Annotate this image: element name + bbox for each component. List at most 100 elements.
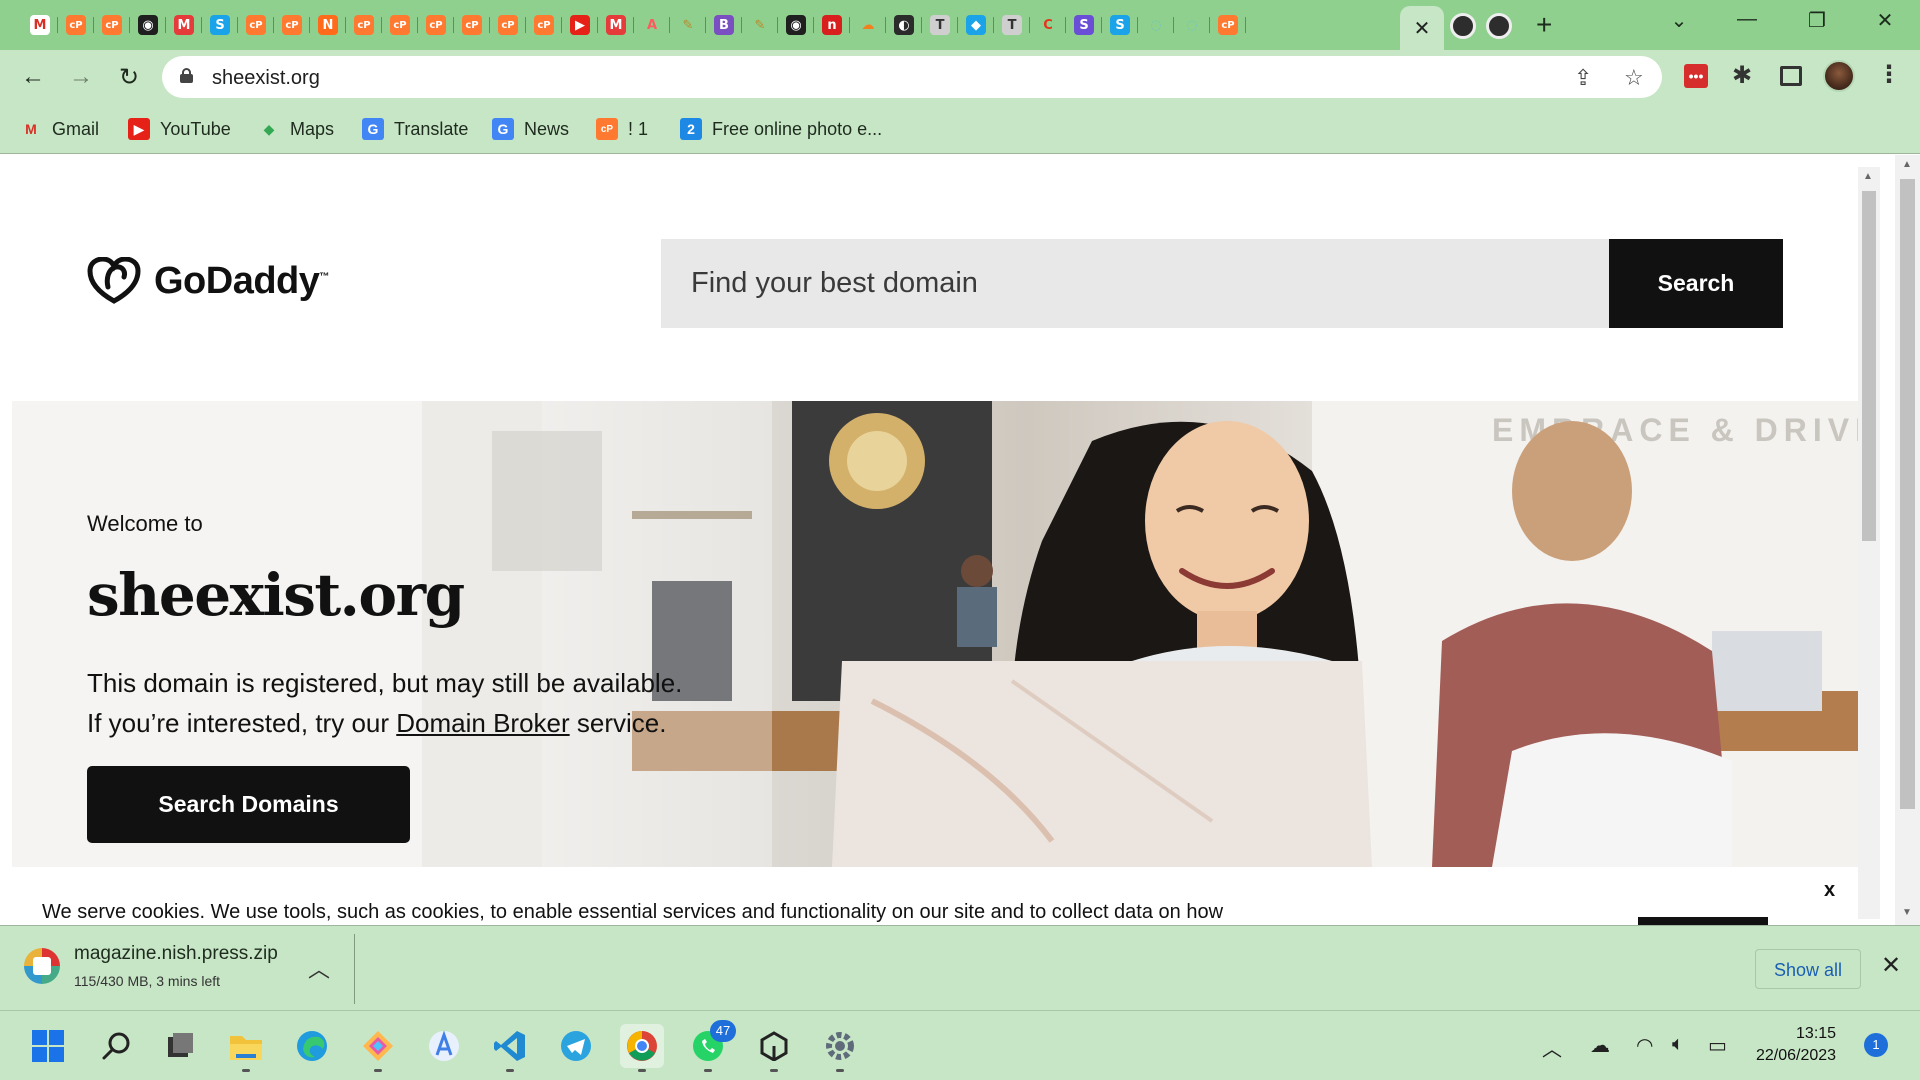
- android-studio-icon[interactable]: [422, 1024, 466, 1068]
- browser-tab[interactable]: C: [1030, 11, 1066, 39]
- browser-tab[interactable]: cP: [346, 11, 382, 39]
- tab-search-chevron-icon[interactable]: ⌄: [1656, 8, 1702, 33]
- browser-tab[interactable]: M: [166, 11, 202, 39]
- close-download-bar-icon[interactable]: ✕: [1881, 951, 1901, 980]
- page-scroll-thumb[interactable]: [1862, 191, 1876, 541]
- godaddy-logo[interactable]: GoDaddy™: [86, 257, 329, 305]
- browser-tab[interactable]: ◆: [958, 11, 994, 39]
- browser-tab[interactable]: ☁: [850, 11, 886, 39]
- profile-avatar[interactable]: [1823, 60, 1855, 92]
- tab-globe-icon[interactable]: [1486, 13, 1512, 39]
- download-filename[interactable]: magazine.nish.press.zip: [74, 943, 278, 965]
- side-panel-icon[interactable]: [1780, 66, 1802, 86]
- window-scrollbar[interactable]: ▲ ▼: [1895, 155, 1920, 925]
- notification-badge[interactable]: 1: [1864, 1033, 1888, 1057]
- browser-tab[interactable]: ✎: [742, 11, 778, 39]
- menu-kebab-icon[interactable]: ⋮: [1877, 60, 1901, 89]
- taskbar-search-icon[interactable]: [94, 1024, 138, 1068]
- settings-gear-icon[interactable]: [818, 1024, 862, 1072]
- file-explorer-icon[interactable]: [224, 1024, 268, 1072]
- close-tab-icon[interactable]: ✕: [1414, 16, 1431, 41]
- git-tool-icon[interactable]: [356, 1024, 400, 1072]
- browser-tab[interactable]: cP: [94, 11, 130, 39]
- window-scroll-up-icon[interactable]: ▲: [1902, 159, 1912, 170]
- restore-button[interactable]: ❐: [1794, 8, 1840, 33]
- show-hidden-icons-chevron[interactable]: ︿: [1542, 1033, 1562, 1062]
- browser-tab[interactable]: ▶: [562, 11, 598, 39]
- chrome-icon[interactable]: [620, 1024, 664, 1072]
- browser-tab[interactable]: T: [994, 11, 1030, 39]
- browser-tab[interactable]: cP: [454, 11, 490, 39]
- browser-tab[interactable]: M: [598, 11, 634, 39]
- browser-tab[interactable]: cP: [58, 11, 94, 39]
- download-options-chevron-icon[interactable]: ︿: [308, 952, 330, 984]
- browser-tab[interactable]: S: [1066, 11, 1102, 39]
- domain-search-input[interactable]: [661, 239, 1609, 328]
- new-tab-button[interactable]: +: [1536, 9, 1552, 41]
- search-domains-button[interactable]: Search Domains: [87, 766, 410, 843]
- window-scroll-down-icon[interactable]: ▼: [1902, 907, 1912, 918]
- browser-tab[interactable]: n: [814, 11, 850, 39]
- browser-tab[interactable]: ◉: [778, 11, 814, 39]
- bookmark-maps[interactable]: ◆ Maps: [258, 114, 334, 144]
- browser-tab[interactable]: cP: [490, 11, 526, 39]
- minimize-button[interactable]: —: [1724, 8, 1770, 31]
- bookmark-star-icon[interactable]: ☆: [1624, 65, 1644, 91]
- close-window-button[interactable]: ✕: [1862, 8, 1908, 33]
- bookmark-translate[interactable]: G Translate: [362, 114, 468, 144]
- reload-button[interactable]: ↻: [114, 63, 144, 92]
- bookmark-free-online-photo-e[interactable]: 2 Free online photo e...: [680, 114, 882, 144]
- bookmark-news[interactable]: G News: [492, 114, 569, 144]
- page-scrollbar[interactable]: ▲: [1858, 167, 1880, 919]
- scroll-up-arrow-icon[interactable]: ▲: [1863, 171, 1873, 182]
- whatsapp-icon[interactable]: 47: [686, 1020, 736, 1072]
- system-clock[interactable]: 13:15 22/06/2023: [1756, 1023, 1836, 1067]
- browser-tab[interactable]: B: [706, 11, 742, 39]
- onedrive-cloud-icon[interactable]: ☁: [1590, 1033, 1610, 1058]
- window-scroll-thumb[interactable]: [1900, 179, 1915, 809]
- browser-tab[interactable]: cP: [274, 11, 310, 39]
- domain-broker-link[interactable]: Domain Broker: [396, 708, 569, 738]
- edge-browser-icon[interactable]: [290, 1024, 334, 1068]
- winrar-archive-icon[interactable]: [24, 948, 60, 984]
- browser-tab[interactable]: cP: [526, 11, 562, 39]
- url-text[interactable]: sheexist.org: [212, 67, 320, 90]
- cookie-close-button[interactable]: x: [1824, 879, 1835, 902]
- windows-start-icon[interactable]: [26, 1024, 70, 1068]
- lock-icon[interactable]: [180, 68, 193, 83]
- browser-tab[interactable]: T: [922, 11, 958, 39]
- browser-tab[interactable]: cP: [238, 11, 274, 39]
- bookmark-gmail[interactable]: M Gmail: [20, 114, 99, 144]
- browser-tab[interactable]: ✎: [670, 11, 706, 39]
- task-view-icon[interactable]: [158, 1024, 202, 1068]
- browser-tab[interactable]: ◐: [886, 11, 922, 39]
- forward-button[interactable]: →: [66, 63, 96, 91]
- browser-tab[interactable]: S: [1102, 11, 1138, 39]
- telegram-icon[interactable]: [554, 1024, 598, 1068]
- address-bar[interactable]: sheexist.org ⇪ ☆: [162, 56, 1662, 98]
- tab-globe-icon[interactable]: [1450, 13, 1476, 39]
- active-tab[interactable]: ✕: [1400, 6, 1444, 50]
- vscode-icon[interactable]: [488, 1024, 532, 1072]
- browser-tab[interactable]: ◌: [1138, 11, 1174, 39]
- bookmark-youtube[interactable]: ▶ YouTube: [128, 114, 231, 144]
- wifi-icon[interactable]: ◠: [1636, 1033, 1653, 1058]
- cookie-accept-button[interactable]: [1638, 917, 1768, 925]
- browser-tab[interactable]: cP: [1210, 11, 1246, 39]
- browser-tab[interactable]: M: [22, 11, 58, 39]
- battery-icon[interactable]: ▭: [1708, 1033, 1727, 1058]
- unity-icon[interactable]: [752, 1024, 796, 1072]
- extension-red-icon[interactable]: •••: [1684, 64, 1708, 88]
- share-icon[interactable]: ⇪: [1574, 65, 1592, 91]
- browser-tab[interactable]: S: [202, 11, 238, 39]
- browser-tab[interactable]: cP: [418, 11, 454, 39]
- browser-tab[interactable]: N: [310, 11, 346, 39]
- show-all-button[interactable]: Show all: [1755, 949, 1861, 989]
- volume-icon[interactable]: 🔈︎: [1672, 1033, 1684, 1056]
- browser-tab[interactable]: cP: [382, 11, 418, 39]
- search-button[interactable]: Search: [1609, 239, 1783, 328]
- extensions-puzzle-icon[interactable]: ✱: [1732, 61, 1756, 89]
- back-button[interactable]: ←: [18, 63, 48, 91]
- bookmark-1[interactable]: cP ! 1: [596, 114, 648, 144]
- browser-tab[interactable]: A: [634, 11, 670, 39]
